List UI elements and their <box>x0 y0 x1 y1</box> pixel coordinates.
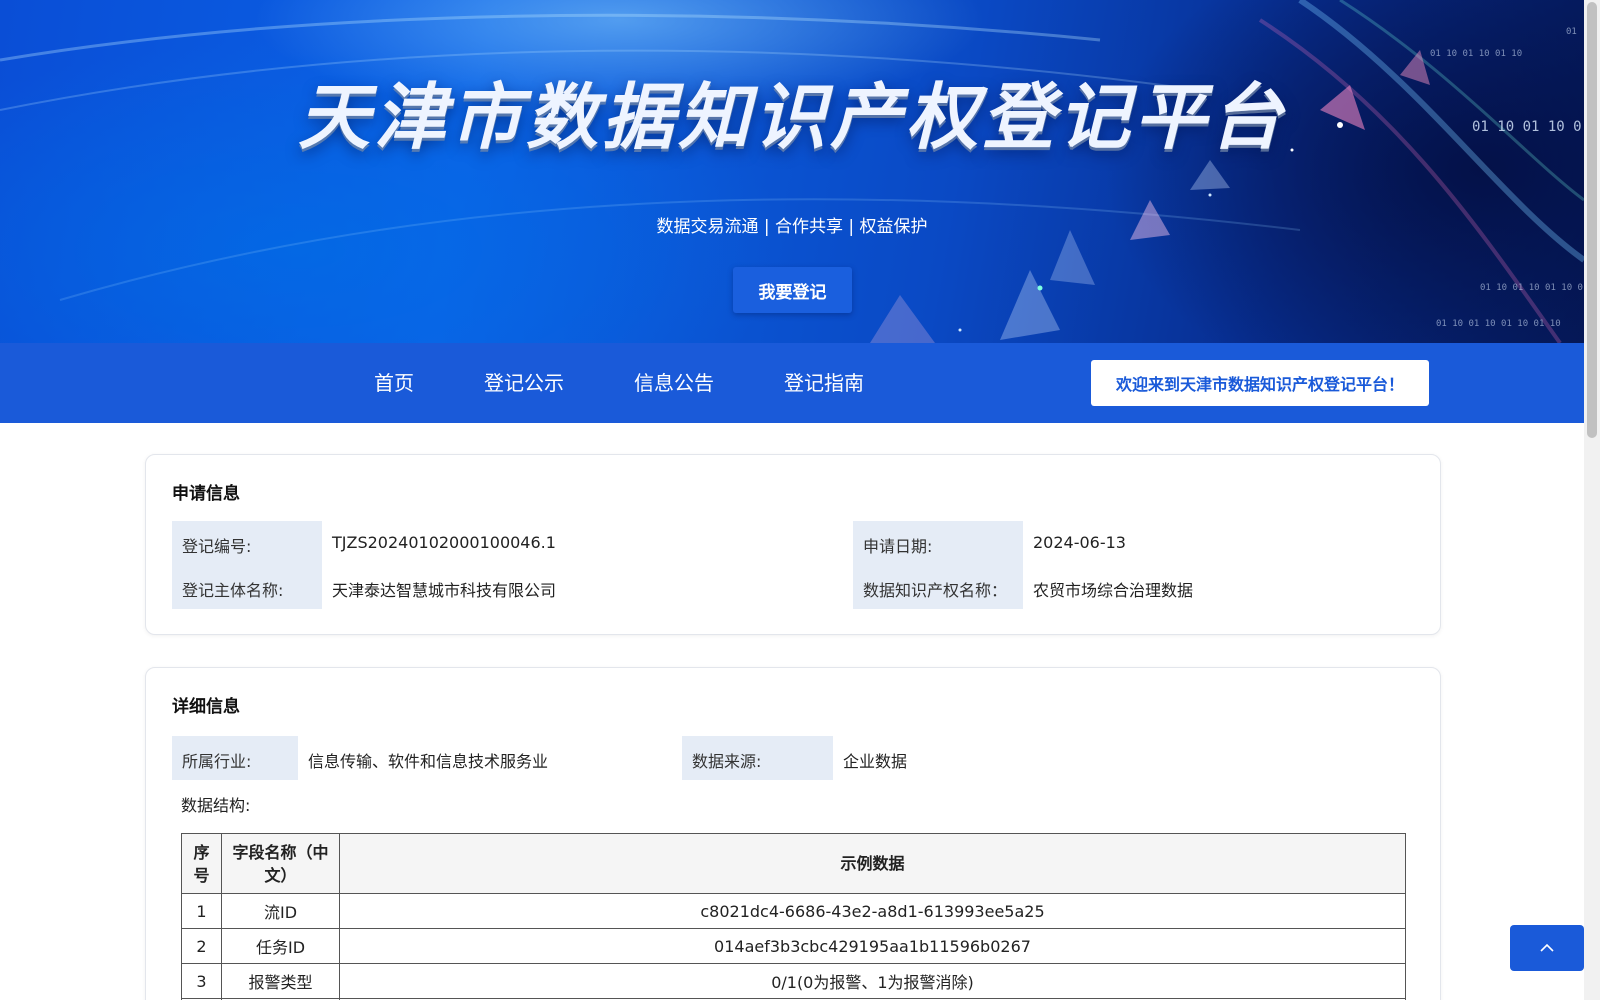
application-info-card: 申请信息 登记编号: 登记主体名称: TJZS20240102000100046… <box>145 454 1441 635</box>
row-field-name: 报警类型 <box>221 963 340 999</box>
section-title-application: 申请信息 <box>172 484 240 504</box>
nav-item-home[interactable]: 首页 <box>374 343 414 423</box>
section-title-details: 详细信息 <box>172 697 240 717</box>
structure-label: 数据结构: <box>181 796 251 815</box>
chevron-up-icon <box>1540 943 1554 952</box>
hero-banner: 01 10 01 10 01 10 01 10 01 10 0 01 10 01… <box>0 0 1584 343</box>
back-to-top-button[interactable] <box>1510 925 1584 971</box>
industry-label: 所属行业: <box>182 752 252 771</box>
table-header-row: 序号 字段名称（中文） 示例数据 <box>181 833 1406 894</box>
header-field-name: 字段名称（中文） <box>221 833 340 894</box>
row-index: 3 <box>181 963 222 999</box>
table-row: 2 任务ID 014aef3b3cbc429195aa1b11596b0267 <box>181 928 1406 964</box>
register-button[interactable]: 我要登记 <box>733 267 852 313</box>
data-structure-table: 序号 字段名称（中文） 示例数据 1 流ID c8021dc4-6686-43e… <box>181 833 1406 1000</box>
binary-text-3: 01 10 01 10 01 10 01 10 01 <box>1480 283 1584 293</box>
reg-no-value: TJZS20240102000100046.1 <box>332 533 556 552</box>
subject-label: 登记主体名称: <box>182 581 284 600</box>
header-example: 示例数据 <box>339 833 1406 894</box>
nav-item-registration-guide[interactable]: 登记指南 <box>784 343 864 423</box>
row-index: 2 <box>181 928 222 964</box>
row-field-name: 流ID <box>221 893 340 929</box>
source-value: 企业数据 <box>843 752 908 771</box>
application-right-labels: 申请日期: 数据知识产权名称： <box>853 521 1023 609</box>
ip-name-label: 数据知识产权名称： <box>863 581 1008 600</box>
date-label: 申请日期: <box>863 537 933 556</box>
platform-title: 天津市数据知识产权登记平台 <box>297 75 1286 159</box>
binary-text-4: 01 10 01 10 01 10 01 10 <box>1436 319 1561 329</box>
date-value: 2024-06-13 <box>1033 533 1126 552</box>
platform-slogan: 数据交易流通 | 合作共享 | 权益保护 <box>656 217 928 237</box>
row-field-name: 任务ID <box>221 928 340 964</box>
source-label: 数据来源: <box>692 752 762 771</box>
row-example: 014aef3b3cbc429195aa1b11596b0267 <box>339 928 1406 964</box>
welcome-banner: 欢迎来到天津市数据知识产权登记平台！ <box>1091 360 1429 406</box>
details-card: 详细信息 所属行业: 信息传输、软件和信息技术服务业 数据来源: 企业数据 数据… <box>145 667 1441 1000</box>
binary-text-5: 01 <box>1566 27 1577 37</box>
scrollbar-thumb[interactable] <box>1587 2 1597 438</box>
industry-label-cell: 所属行业: <box>172 736 298 780</box>
ip-name-value: 农贸市场综合治理数据 <box>1033 581 1194 600</box>
nav-item-announcements[interactable]: 信息公告 <box>634 343 714 423</box>
application-left-labels: 登记编号: 登记主体名称: <box>172 521 322 609</box>
page-scrollbar[interactable] <box>1584 0 1600 1000</box>
row-example: c8021dc4-6686-43e2-a8d1-613993ee5a25 <box>339 893 1406 929</box>
reg-no-label: 登记编号: <box>182 537 252 556</box>
industry-value: 信息传输、软件和信息技术服务业 <box>308 752 549 771</box>
source-label-cell: 数据来源: <box>682 736 833 780</box>
subject-value: 天津泰达智慧城市科技有限公司 <box>332 581 557 600</box>
nav-item-registration-notice[interactable]: 登记公示 <box>484 343 564 423</box>
row-example: 0/1(0为报警、1为报警消除) <box>339 963 1406 999</box>
table-row: 1 流ID c8021dc4-6686-43e2-a8d1-613993ee5a… <box>181 893 1406 929</box>
header-index: 序号 <box>181 833 222 894</box>
row-index: 1 <box>181 893 222 929</box>
table-row: 3 报警类型 0/1(0为报警、1为报警消除) <box>181 963 1406 999</box>
